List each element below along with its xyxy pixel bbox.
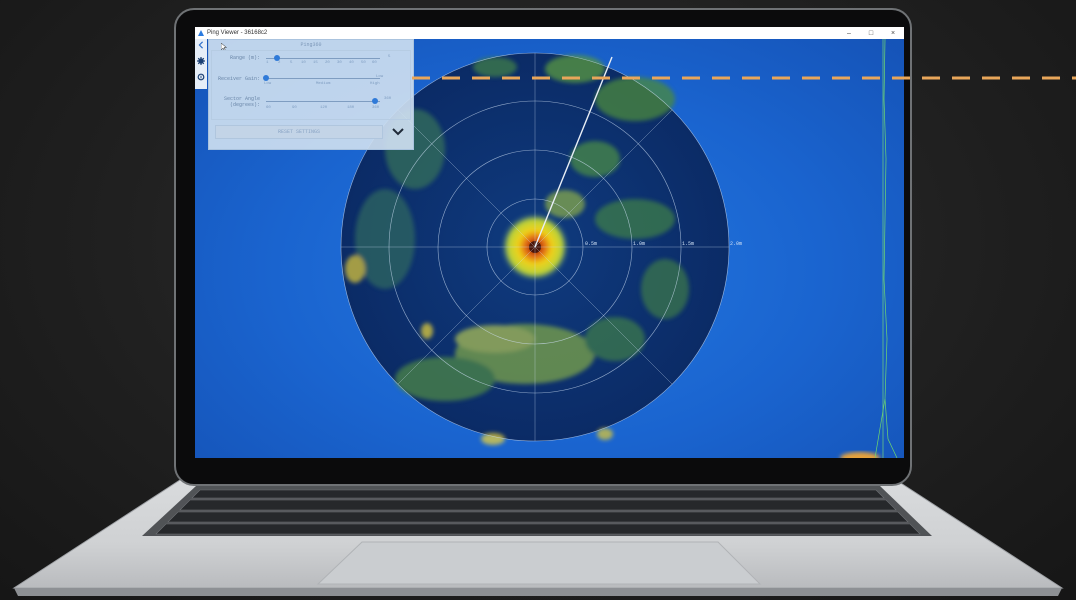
callout-line: [412, 76, 1076, 80]
